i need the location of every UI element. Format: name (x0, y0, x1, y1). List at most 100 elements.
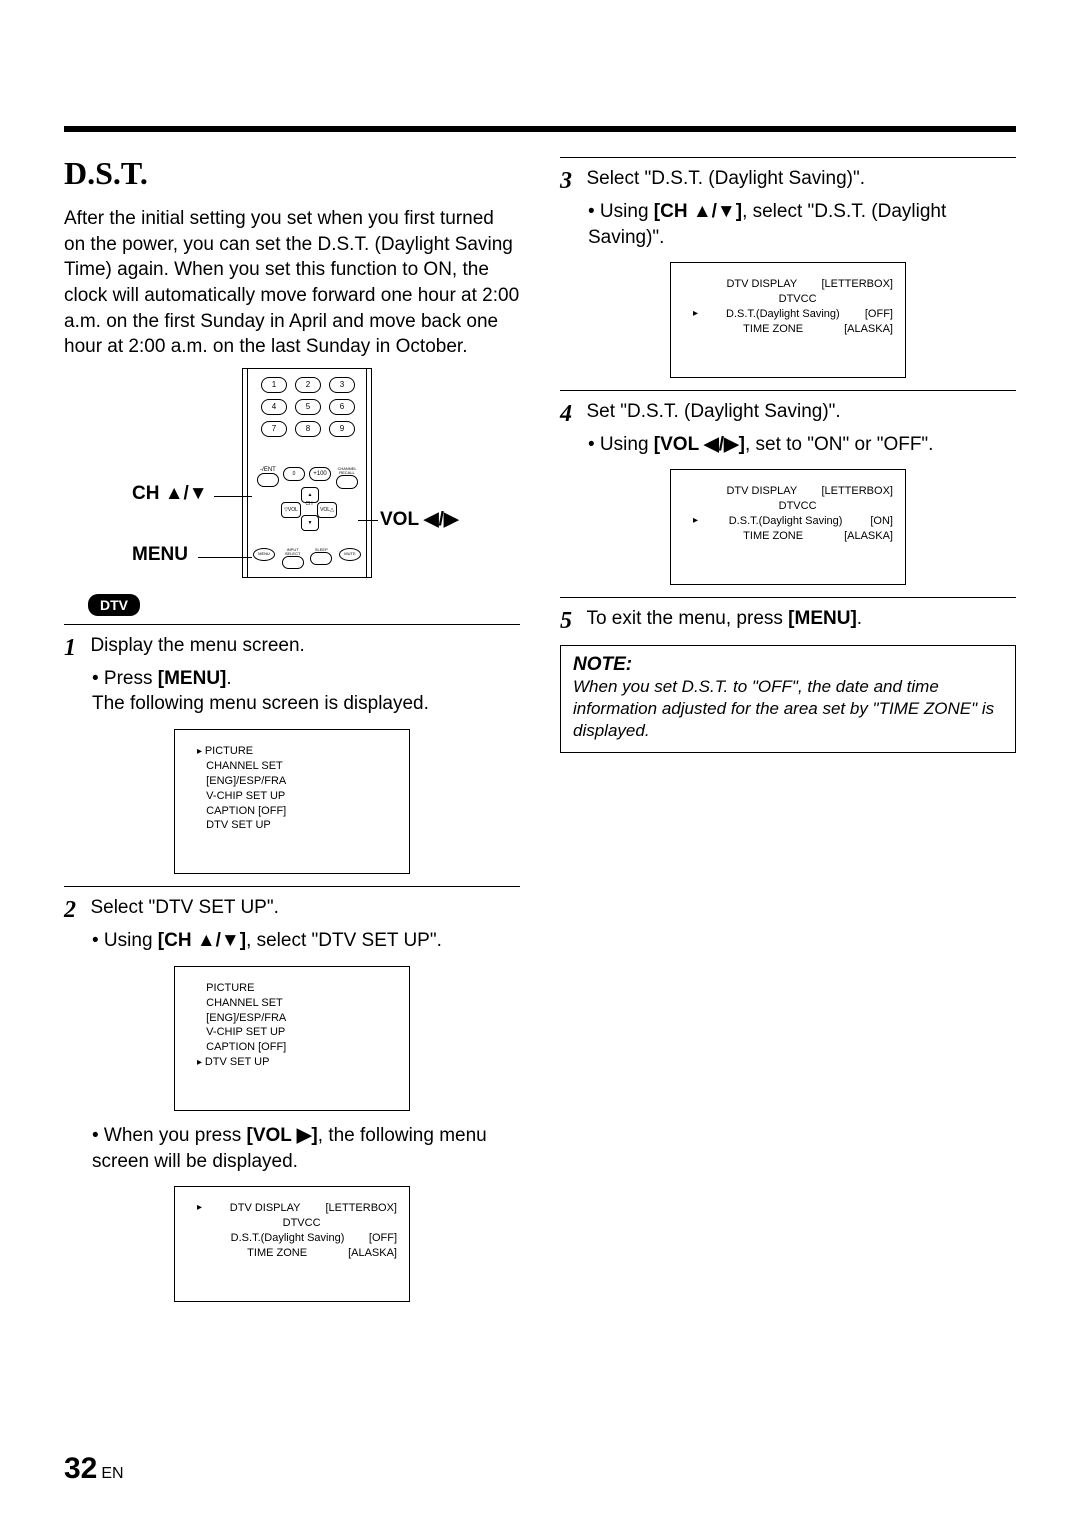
osd-item: PICTURE (187, 744, 397, 759)
step-1-title: Display the menu screen. (90, 635, 304, 656)
osd-row: TIME ZONE[ALASKA] (683, 322, 893, 337)
step-1: 1 Display the menu screen. (64, 635, 520, 662)
osd-item: PICTURE (187, 981, 397, 996)
remote-ent-button (257, 473, 279, 487)
osd-row-value: [LETTERBOX] (325, 1201, 397, 1216)
osd-row-label: DTV DISPLAY (230, 1201, 301, 1216)
osd-row-label: TIME ZONE (247, 1246, 307, 1261)
step-1-bullet-post: . (226, 668, 231, 689)
osd-row-label: TIME ZONE (743, 529, 803, 544)
note-box: NOTE: When you set D.S.T. to "OFF", the … (560, 645, 1016, 753)
osd-row: DTV DISPLAY [LETTERBOX] (187, 1201, 397, 1216)
leader-line-vol (358, 520, 378, 521)
step-2-after: • When you press [VOL ▶], the following … (64, 1123, 520, 1174)
remote-ch-down: ▼ (301, 515, 319, 531)
divider (560, 390, 1016, 391)
remote-menu-button: MENU (253, 548, 275, 561)
osd-row-label: D.S.T.(Daylight Saving) (729, 514, 843, 529)
remote-num-3: 3 (329, 377, 355, 393)
osd-item: [ENG]/ESP/FRA (187, 774, 397, 789)
osd-main-menu-1: PICTURECHANNEL SET[ENG]/ESP/FRAV-CHIP SE… (174, 729, 410, 874)
leader-line-menu (198, 557, 252, 558)
leader-menu: MENU (132, 544, 188, 566)
note-title: NOTE: (573, 654, 1003, 676)
osd-row-value: [ALASKA] (844, 529, 893, 544)
remote-sleep-button (310, 552, 332, 565)
leader-vol: VOL ◀/▶ (380, 508, 459, 531)
step-5-title-pre: To exit the menu, press (586, 608, 788, 629)
step-2-number: 2 (64, 897, 86, 924)
step-5-title-bold: [MENU] (788, 608, 857, 629)
osd-row: D.S.T.(Daylight Saving)[OFF] (187, 1231, 397, 1246)
osd-item: DTV SET UP (187, 1055, 397, 1070)
osd-row-value: [OFF] (865, 307, 893, 322)
remote-vol-down: ▽VOL (281, 502, 301, 518)
osd-item: V-CHIP SET UP (187, 789, 397, 804)
step-2-bullet-post: , select "DTV SET UP". (246, 930, 442, 951)
divider (560, 597, 1016, 598)
step-4-bullet-pre: • Using (588, 434, 654, 455)
step-4-bullet-bold: [VOL ◀/▶] (654, 434, 745, 455)
step-2-after-bold: [VOL ▶] (247, 1125, 318, 1146)
osd-row: D.S.T.(Daylight Saving) [ON] (683, 514, 893, 529)
step-2-bullet: • Using [CH ▲/▼], select "DTV SET UP". (64, 928, 520, 954)
step-1-after: The following menu screen is displayed. (64, 691, 520, 717)
left-column: D.S.T. After the initial setting you set… (64, 155, 520, 1314)
remote-input-label: INPUT SELECT (282, 548, 304, 556)
osd-item: V-CHIP SET UP (187, 1025, 397, 1040)
divider (64, 624, 520, 625)
osd-main-menu-2: PICTURECHANNEL SET[ENG]/ESP/FRAV-CHIP SE… (174, 966, 410, 1111)
step-3-number: 3 (560, 168, 582, 195)
remote-num-5: 5 (295, 399, 321, 415)
remote-num-7: 7 (261, 421, 287, 437)
step-3-bullet: • Using [CH ▲/▼], select "D.S.T. (Daylig… (560, 199, 1016, 250)
remote-num-0: 0 (283, 467, 305, 481)
remote-num-9: 9 (329, 421, 355, 437)
remote-body: 1 2 3 4 5 6 7 8 9 -/ENT 0 +100 (242, 368, 372, 578)
step-1-number: 1 (64, 635, 86, 662)
right-column: 3 Select "D.S.T. (Daylight Saving)". • U… (560, 155, 1016, 1314)
dtv-badge: DTV (88, 594, 140, 616)
step-2-after-pre: • When you press (92, 1125, 247, 1146)
osd-dtv-dst-off: DTV DISPLAY[LETTERBOX]DTVCCD.S.T.(Daylig… (670, 262, 906, 377)
remote-ent-label: -/ENT (260, 467, 276, 473)
osd-item: CHANNEL SET (187, 996, 397, 1011)
osd-row-label: D.S.T.(Daylight Saving) (726, 307, 840, 322)
page-lang: EN (101, 1465, 123, 1482)
osd-row-label: D.S.T.(Daylight Saving) (231, 1231, 345, 1246)
osd-dtv-dst-on: DTV DISPLAY[LETTERBOX]DTVCCD.S.T.(Daylig… (670, 469, 906, 584)
remote-row4: -/ENT 0 +100 CHANNEL RECALL (257, 467, 359, 489)
osd-row-value: [ON] (870, 514, 893, 529)
osd-row: DTV DISPLAY[LETTERBOX] (683, 277, 893, 292)
content-columns: D.S.T. After the initial setting you set… (64, 155, 1016, 1314)
remote-plus100-button: +100 (309, 467, 331, 481)
remote-mute-label: MUTE (344, 552, 355, 556)
intro-paragraph: After the initial setting you set when y… (64, 206, 520, 360)
step-5-title-post: . (857, 608, 862, 629)
osd-row-value: [ALASKA] (844, 322, 893, 337)
step-3-bullet-pre: • Using (588, 201, 654, 222)
step-5-title: To exit the menu, press [MENU]. (586, 608, 862, 629)
step-2-bullet-bold: [CH ▲/▼] (158, 930, 246, 951)
step-1-bullet-pre: • Press (92, 668, 158, 689)
osd-row: DTVCC (683, 499, 893, 514)
osd-item: DTV SET UP (187, 818, 397, 833)
osd-row: TIME ZONE [ALASKA] (187, 1246, 397, 1261)
divider (560, 157, 1016, 158)
page-number: 32 (64, 1452, 97, 1485)
osd-row: DTV DISPLAY[LETTERBOX] (683, 484, 893, 499)
osd-row-value: [ALASKA] (348, 1246, 397, 1261)
remote-menu-label: MENU (258, 552, 270, 556)
remote-diagram: 1 2 3 4 5 6 7 8 9 -/ENT 0 +100 (162, 368, 422, 588)
osd-row: DTVCC (683, 292, 893, 307)
section-title: D.S.T. (64, 155, 520, 192)
remote-sleep-label: SLEEP (315, 548, 328, 552)
osd-row-value: [LETTERBOX] (821, 277, 893, 292)
osd-dtv-setup-1: DTV DISPLAY[LETTERBOX]DTVCCD.S.T.(Daylig… (174, 1186, 410, 1301)
remote-ch-up: ▲ (301, 487, 319, 503)
osd-row-value: [LETTERBOX] (821, 484, 893, 499)
step-5: 5 To exit the menu, press [MENU]. (560, 608, 1016, 635)
page-footer: 32EN (64, 1452, 124, 1486)
step-3-bullet-bold: [CH ▲/▼] (654, 201, 742, 222)
remote-input-button (282, 556, 304, 569)
